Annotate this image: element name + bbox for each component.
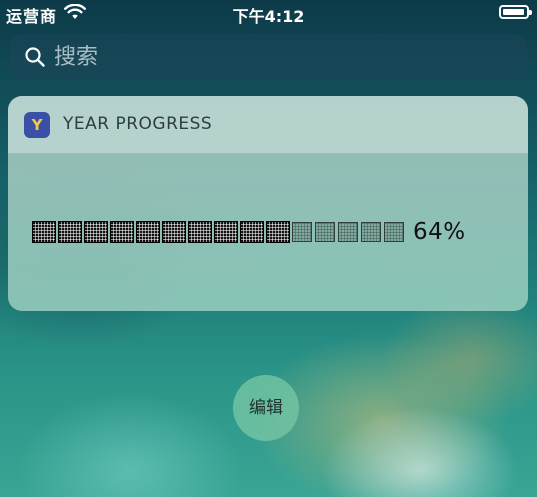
progress-block-filled [58, 221, 82, 243]
progress-bar [32, 220, 407, 244]
status-time: 下午4:12 [232, 7, 305, 26]
progress-row: 64% [32, 219, 466, 245]
progress-block-filled [214, 221, 238, 243]
widget-header[interactable]: Y YEAR PROGRESS [8, 96, 528, 153]
year-progress-widget[interactable]: Y YEAR PROGRESS 64% [8, 96, 528, 311]
progress-block-empty [338, 222, 358, 242]
widget-body: 64% [8, 153, 528, 311]
battery-icon [499, 5, 532, 19]
widget-title: YEAR PROGRESS [63, 114, 213, 134]
progress-block-filled [32, 221, 56, 243]
progress-block-empty [384, 222, 404, 242]
progress-block-filled [84, 221, 108, 243]
battery-level-fill [503, 9, 524, 15]
progress-block-filled [162, 221, 186, 243]
progress-block-filled [266, 221, 290, 243]
app-icon: Y [24, 112, 50, 138]
edit-button[interactable]: 编辑 [233, 375, 299, 441]
progress-block-empty [315, 222, 335, 242]
status-bar: 运营商 下午4:12 [0, 0, 537, 26]
progress-block-empty [292, 222, 312, 242]
progress-block-filled [136, 221, 160, 243]
search-icon [24, 46, 46, 68]
progress-block-filled [188, 221, 212, 243]
progress-block-filled [110, 221, 134, 243]
search-bar[interactable] [10, 34, 527, 80]
search-input[interactable] [54, 41, 494, 73]
progress-block-empty [361, 222, 381, 242]
progress-block-filled [240, 221, 264, 243]
progress-percent: 64% [413, 219, 466, 245]
